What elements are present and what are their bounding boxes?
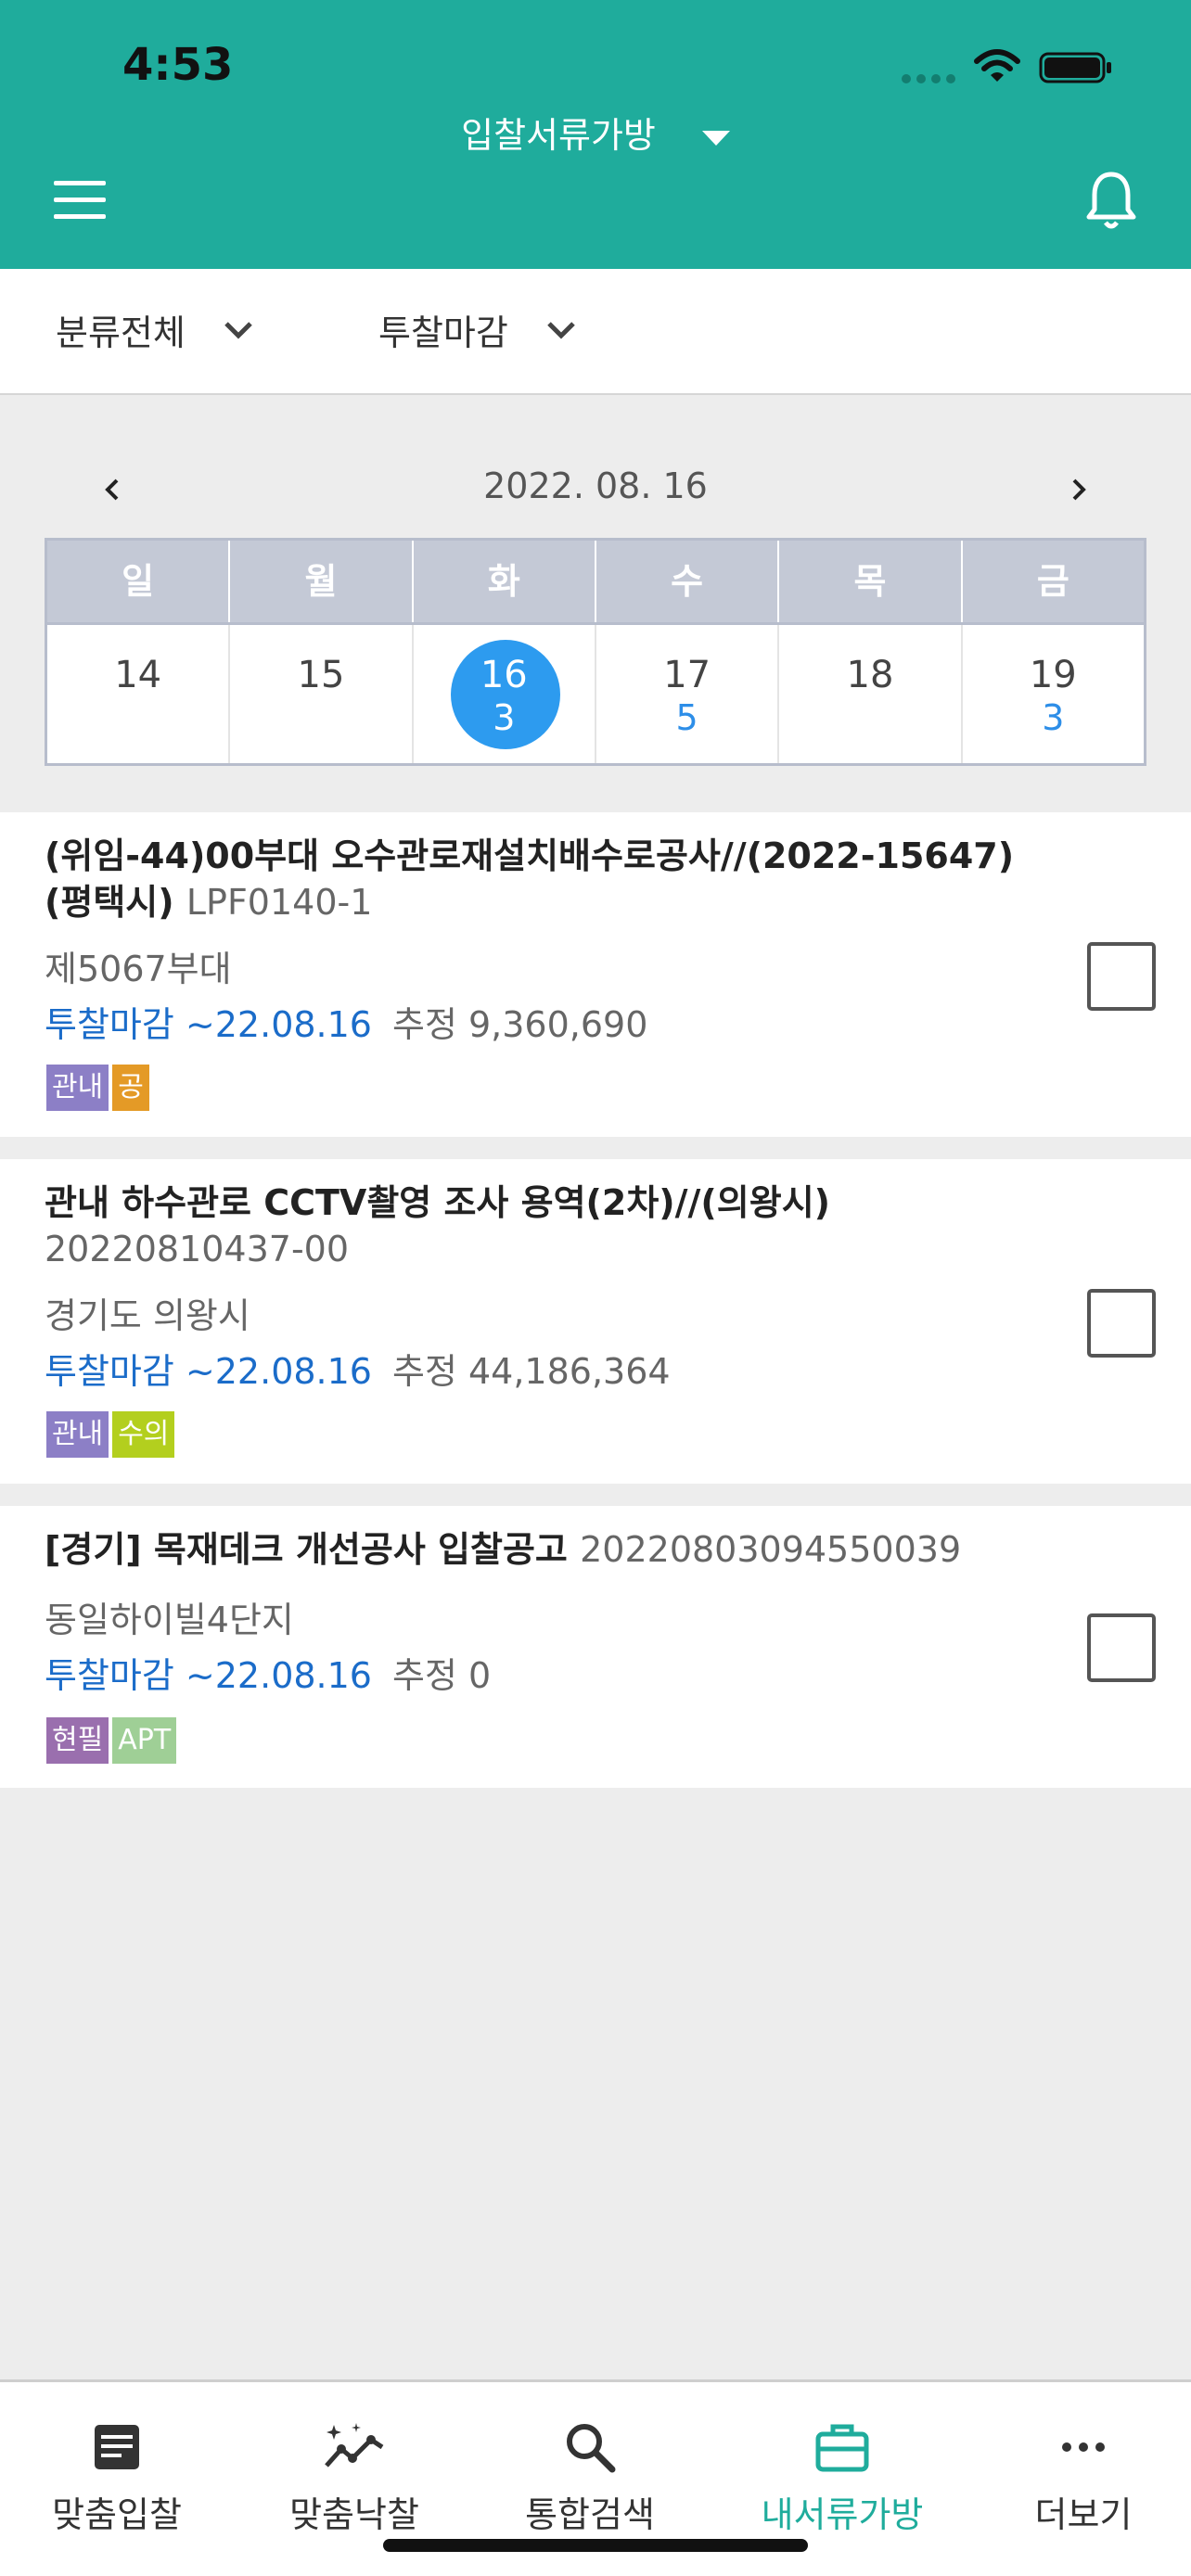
- bid-organization: 동일하이빌4단지: [45, 1600, 294, 1640]
- bid-checkbox[interactable]: [1087, 1613, 1156, 1682]
- nav-label: 통합검색: [525, 2494, 655, 2535]
- bid-tag: 현필: [46, 1717, 109, 1764]
- bell-icon[interactable]: [1083, 169, 1139, 234]
- bid-title: [경기] 목재데크 개선공사 입찰공고 20220803094550039: [45, 1526, 1065, 1573]
- category-filter-label: 분류전체: [56, 312, 186, 353]
- header-title: 입찰서류가방: [461, 115, 656, 156]
- bid-code: LPF0140-1: [186, 882, 373, 923]
- bid-title-text: 관내 하수관로 CCTV촬영 조사 용역(2차)//(의왕시): [45, 1182, 831, 1223]
- bid-title-text: [경기] 목재데크 개선공사 입찰공고: [45, 1529, 568, 1570]
- bid-list-item[interactable]: (위임-44)00부대 오수관로재설치배수로공사//(2022-15647)(평…: [0, 812, 1191, 1137]
- chevron-down-icon: [547, 321, 575, 339]
- bid-title: (위임-44)00부대 오수관로재설치배수로공사//(2022-15647)(평…: [45, 833, 1046, 925]
- bid-list-item[interactable]: 관내 하수관로 CCTV촬영 조사 용역(2차)//(의왕시) 20220810…: [0, 1159, 1191, 1484]
- calendar-day-number: 14: [114, 654, 162, 696]
- calendar-day-cell-selected[interactable]: 16 3: [414, 625, 596, 763]
- weekday-label: 일: [47, 541, 231, 622]
- bid-list-item[interactable]: [경기] 목재데크 개선공사 입찰공고 20220803094550039 동일…: [0, 1506, 1191, 1788]
- bid-checkbox[interactable]: [1087, 1289, 1156, 1358]
- week-calendar: 2022. 08. 16 일 월 화 수 목 금 14 15 16 3 17 5…: [0, 397, 1191, 812]
- bid-tag: 공: [112, 1065, 149, 1111]
- bid-deadline: 투찰마감 ~22.08.16: [45, 1351, 372, 1392]
- bid-meta: 투찰마감 ~22.08.16 추정 0: [45, 1647, 491, 1698]
- bid-organization: 제5067부대: [45, 949, 232, 989]
- calendar-day-cell[interactable]: 19 3: [963, 625, 1144, 763]
- wifi-icon: [974, 49, 1020, 82]
- battery-icon: [1039, 52, 1111, 83]
- filter-bar: 분류전체 투찰마감: [0, 269, 1191, 395]
- briefcase-icon: [815, 2424, 869, 2472]
- document-icon: [95, 2425, 139, 2469]
- bid-meta: 투찰마감 ~22.08.16 추정 9,360,690: [45, 996, 647, 1047]
- bid-tags: 현필 APT: [46, 1717, 177, 1764]
- bid-estimate: 추정 9,360,690: [391, 1004, 648, 1045]
- nav-custom-bids[interactable]: 맞춤입찰: [6, 2419, 228, 2537]
- hamburger-icon[interactable]: [54, 181, 106, 219]
- bid-tag: APT: [112, 1717, 177, 1764]
- bid-tag: 수의: [112, 1411, 175, 1458]
- calendar-day-count: 3: [493, 697, 516, 738]
- nav-label: 내서류가방: [761, 2494, 924, 2535]
- calendar-day-count: 3: [1042, 697, 1065, 738]
- nav-label: 맞춤입찰: [52, 2494, 182, 2535]
- bid-deadline: 투찰마감 ~22.08.16: [45, 1655, 372, 1696]
- bid-title: 관내 하수관로 CCTV촬영 조사 용역(2차)//(의왕시) 20220810…: [45, 1180, 842, 1272]
- nav-label: 더보기: [1034, 2494, 1133, 2535]
- calendar-day-cell[interactable]: 15: [230, 625, 414, 763]
- bid-checkbox[interactable]: [1087, 942, 1156, 1011]
- bid-deadline: 투찰마감 ~22.08.16: [45, 1004, 372, 1045]
- nav-more[interactable]: 더보기: [972, 2419, 1191, 2537]
- calendar-day-count: 5: [675, 697, 698, 738]
- calendar-day-cell[interactable]: 18: [779, 625, 963, 763]
- status-time: 4:53: [122, 39, 234, 91]
- calendar-date: 2022. 08. 16: [483, 465, 708, 506]
- more-icon: [1062, 2442, 1105, 2452]
- bid-tag: 관내: [46, 1411, 109, 1458]
- calendar-day-number: 17: [663, 654, 711, 696]
- category-filter[interactable]: 분류전체: [56, 304, 254, 355]
- deadline-filter[interactable]: 투찰마감: [378, 304, 577, 355]
- calendar-day-row: 14 15 16 3 17 5 18 19 3: [45, 625, 1146, 766]
- calendar-day-number: 16: [480, 654, 528, 696]
- bid-code: 20220803094550039: [580, 1529, 962, 1570]
- nav-label: 맞춤낙찰: [289, 2494, 419, 2535]
- calendar-day-number: 15: [297, 654, 345, 696]
- bid-estimate: 추정 44,186,364: [391, 1351, 671, 1392]
- chevron-right-icon[interactable]: [1065, 471, 1093, 508]
- cellular-signal-icon: [902, 74, 955, 83]
- calendar-day-number: 18: [846, 654, 894, 696]
- weekday-label: 월: [230, 541, 414, 622]
- bid-code: 20220810437-00: [45, 1229, 350, 1269]
- calendar-weekday-row: 일 월 화 수 목 금: [45, 538, 1146, 625]
- deadline-filter-label: 투찰마감: [378, 312, 508, 353]
- bid-estimate: 추정 0: [391, 1655, 492, 1696]
- bid-tags: 관내 공: [46, 1065, 149, 1111]
- nav-custom-awards[interactable]: 맞춤낙찰: [243, 2419, 466, 2537]
- weekday-label: 화: [414, 541, 596, 622]
- nav-integrated-search[interactable]: 통합검색: [479, 2419, 701, 2537]
- home-indicator: [383, 2539, 808, 2552]
- bid-tag: 관내: [46, 1065, 109, 1111]
- nav-my-bid-bag[interactable]: 내서류가방: [731, 2419, 954, 2537]
- sparkle-chart-icon: [325, 2423, 384, 2468]
- calendar-day-cell[interactable]: 14: [47, 625, 231, 763]
- header-title-dropdown[interactable]: 입찰서류가방: [0, 107, 1191, 158]
- weekday-label: 금: [1036, 561, 1069, 602]
- bid-organization: 경기도 의왕시: [45, 1295, 250, 1336]
- calendar-day-number: 19: [1029, 654, 1077, 696]
- search-icon: [567, 2424, 616, 2473]
- bid-meta: 투찰마감 ~22.08.16 추정 44,186,364: [45, 1343, 671, 1394]
- caret-down-icon: [701, 130, 730, 146]
- chevron-down-icon: [224, 321, 252, 339]
- weekday-label: 목: [779, 541, 963, 622]
- bid-tags: 관내 수의: [46, 1411, 175, 1458]
- calendar-day-cell[interactable]: 17 5: [596, 625, 780, 763]
- weekday-label: 수: [596, 541, 780, 622]
- app-header: 4:53 입찰서류가방: [0, 0, 1191, 269]
